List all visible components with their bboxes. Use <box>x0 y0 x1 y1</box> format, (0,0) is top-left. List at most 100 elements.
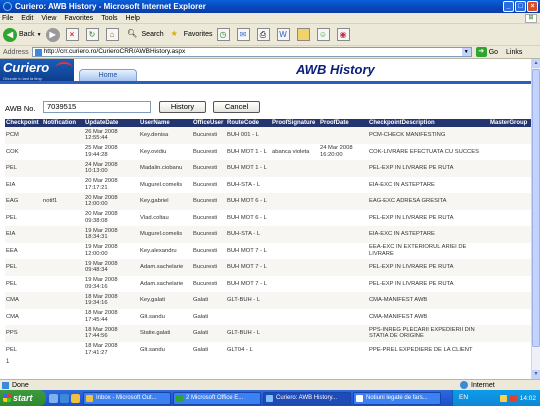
table-row: PEL 19 Mar 2008 09:34:16 Adam.sachelarie Bu… <box>5 275 531 292</box>
cell-checkpointdescription: PEL-EXP IN LIVRARE PE RUTA <box>368 259 489 276</box>
go-button[interactable]: ➔ Go <box>475 47 498 57</box>
cell-proofsignature <box>271 193 319 210</box>
print-button[interactable]: ⎙ <box>256 28 273 41</box>
cell-officeuser: Galati <box>192 341 226 358</box>
cell-routecode: GLT-BUH - L <box>226 292 271 309</box>
start-button[interactable]: start <box>0 390 46 406</box>
discuss-button[interactable] <box>296 28 313 41</box>
scroll-up-icon[interactable]: ▲ <box>532 59 540 68</box>
research-button[interactable]: ◉ <box>336 28 353 41</box>
column-header-proofsignature: ProofSignature <box>271 119 319 127</box>
curiero-logo[interactable]: Curiero Oriunde in lant la timp <box>0 59 74 83</box>
cell-routecode: BUH MOT 6 - L <box>226 193 271 210</box>
close-button[interactable]: × <box>527 1 538 12</box>
forward-button[interactable]: ▶ <box>45 27 62 42</box>
cell-proofsignature <box>271 325 319 342</box>
cell-notification <box>42 226 84 243</box>
taskbar-item-document[interactable]: Notiuni legate de fars... <box>353 391 441 405</box>
address-input[interactable]: http://crr.curiero.ro/CurieroCRR/AWBHist… <box>31 47 472 57</box>
scroll-down-icon[interactable]: ▼ <box>532 370 540 379</box>
cell-proofsignature <box>271 209 319 226</box>
messenger-icon: ☺ <box>316 28 330 41</box>
cell-notification <box>42 160 84 177</box>
cell-checkpoint: PCM <box>5 127 42 144</box>
cell-proofdate <box>319 160 368 177</box>
cell-routecode: GLT04 - L <box>226 341 271 358</box>
cell-proofdate <box>319 226 368 243</box>
cell-routecode: BUH MOT 6 - L <box>226 209 271 226</box>
taskbar-item-outlook[interactable]: Inbox - Microsoft Out... <box>83 391 171 405</box>
menu-tools[interactable]: Tools <box>101 15 117 22</box>
edit-button[interactable]: W <box>276 28 293 41</box>
cell-proofdate <box>319 325 368 342</box>
taskbar-item-excel[interactable]: 2 Microsoft Office E... <box>173 391 261 405</box>
search-button[interactable]: 🔍︎ Search <box>126 28 164 41</box>
cell-notification <box>42 259 84 276</box>
address-label: Address <box>3 48 29 56</box>
cell-notification <box>42 308 84 325</box>
address-dropdown-icon[interactable]: ▼ <box>461 48 471 56</box>
column-header-mastergroup: MasterGroup <box>489 119 531 127</box>
home-icon: ⌂ <box>105 28 119 41</box>
tray-icon[interactable] <box>499 394 507 402</box>
stop-button[interactable]: × <box>65 28 82 41</box>
minimize-button[interactable]: _ <box>503 1 514 12</box>
awb-number-input[interactable]: 7039515 <box>43 101 151 113</box>
messenger-button[interactable]: ☺ <box>316 28 333 41</box>
cell-checkpointdescription: PEL-EXP IN LIVRARE PE RUTA <box>368 160 489 177</box>
cell-checkpoint: CMA <box>5 308 42 325</box>
back-button[interactable]: ◀ Back ▼ <box>3 27 42 42</box>
menu-help[interactable]: Help <box>126 15 140 22</box>
cell-updatedate: 19 Mar 2008 09:48:34 <box>84 259 139 276</box>
menu-file[interactable]: File <box>2 15 13 22</box>
mail-button[interactable]: ✉ <box>236 28 253 41</box>
menu-view[interactable]: View <box>41 15 56 22</box>
cell-notification <box>42 127 84 144</box>
ie-quicklaunch-icon[interactable] <box>60 393 69 403</box>
status-bar: Done Internet <box>0 379 540 390</box>
cell-proofsignature <box>271 259 319 276</box>
cell-checkpointdescription: EAG-EXC ADRESA GRESITA <box>368 193 489 210</box>
favorites-button[interactable]: ★ Favorites <box>168 28 213 41</box>
links-button[interactable]: Links <box>506 49 522 56</box>
home-button[interactable]: ⌂ <box>105 28 122 41</box>
language-indicator[interactable]: EN <box>459 394 468 401</box>
vertical-scrollbar[interactable]: ▲ ▼ <box>531 59 540 379</box>
table-row: EIA 19 Mar 2008 18:34:31 Mugurel.comelis Bu… <box>5 226 531 243</box>
cell-updatedate: 18 Mar 2008 17:41:27 <box>84 341 139 358</box>
cell-notification <box>42 209 84 226</box>
cancel-button[interactable]: Cancel <box>213 101 260 113</box>
column-header-checkpointdescription: CheckpointDescription <box>368 119 489 127</box>
cell-officeuser: Bucuresti <box>192 143 226 160</box>
menu-favorites[interactable]: Favorites <box>64 15 93 22</box>
tray-antivirus-icon[interactable] <box>509 394 517 402</box>
column-header-proofdate: ProofDate <box>319 119 368 127</box>
cell-routecode: BUH MOT 7 - L <box>226 275 271 292</box>
cell-checkpointdescription: EEA-EXC IN EXTERIORUL ARIEI DE LIVRARE <box>368 242 489 259</box>
back-arrow-icon: ◀ <box>3 27 17 42</box>
menu-edit[interactable]: Edit <box>21 15 33 22</box>
windows-flag-icon <box>3 394 11 402</box>
cell-routecode: BUH-STA - L <box>226 176 271 193</box>
history-button[interactable]: History <box>159 101 206 113</box>
cell-proofsignature <box>271 242 319 259</box>
cell-checkpointdescription: PEL-EXP IN LIVRARE PE RUTA <box>368 275 489 292</box>
cell-username: Glt.sandu <box>139 341 192 358</box>
scrollbar-thumb[interactable] <box>532 69 540 347</box>
cell-proofsignature <box>271 127 319 144</box>
cell-officeuser: Bucuresti <box>192 209 226 226</box>
pager-link[interactable]: 1 <box>5 358 531 367</box>
cell-updatedate: 20 Mar 2008 17:17:21 <box>84 176 139 193</box>
refresh-button[interactable]: ↻ <box>85 28 102 41</box>
cell-mastergroup <box>489 242 531 259</box>
cell-proofsignature <box>271 160 319 177</box>
tab-home[interactable]: Home <box>79 69 137 81</box>
cell-username: Statie.galati <box>139 325 192 342</box>
outlook-quicklaunch-icon[interactable] <box>71 393 80 403</box>
taskbar-item-ie[interactable]: Curiero: AWB History... <box>263 391 351 405</box>
show-desktop-icon[interactable] <box>49 393 58 403</box>
maximize-button[interactable]: □ <box>515 1 526 12</box>
awb-search-form: AWB No. 7039515 History Cancel <box>5 101 405 115</box>
cell-updatedate: 24 Mar 2008 10:13:00 <box>84 160 139 177</box>
history-toolbar-button[interactable]: ◷ <box>216 28 233 41</box>
